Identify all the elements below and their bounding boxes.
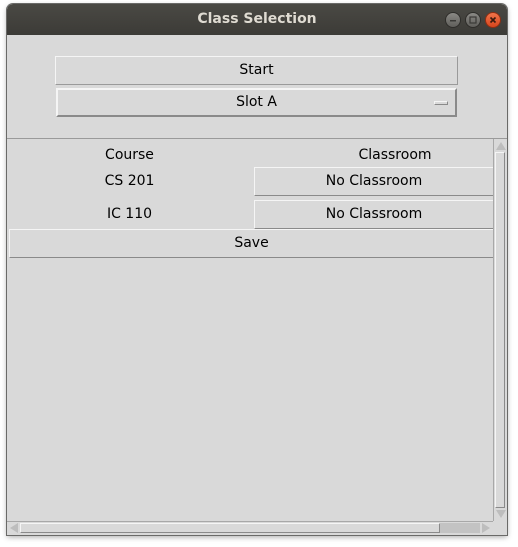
classroom-button-2[interactable]: No Classroom	[254, 200, 494, 229]
title-bar[interactable]: Class Selection	[7, 4, 507, 35]
horizontal-scroll-trough[interactable]	[440, 523, 480, 533]
vertical-scroll-thumb[interactable]	[495, 152, 505, 508]
option-menu-indicator-icon	[434, 101, 448, 105]
maximize-icon[interactable]	[465, 12, 481, 28]
vertical-scrollbar[interactable]	[493, 139, 506, 521]
app-window: Class Selection Start Slot A Course Clas…	[7, 4, 507, 535]
horizontal-scrollbar[interactable]	[7, 521, 493, 534]
scroll-right-icon[interactable]	[482, 523, 490, 533]
scroll-down-icon[interactable]	[496, 510, 506, 518]
scrollbar-corner	[493, 521, 507, 535]
course-cell-2: IC 110	[106, 206, 153, 222]
window-title: Class Selection	[197, 11, 317, 27]
scroll-up-icon[interactable]	[496, 142, 506, 150]
horizontal-scroll-thumb[interactable]	[20, 523, 440, 533]
minimize-icon[interactable]	[445, 12, 461, 28]
slot-selected-value: Slot A	[236, 94, 277, 110]
save-button[interactable]: Save	[9, 229, 494, 258]
scroll-left-icon[interactable]	[10, 523, 18, 533]
slot-option-menu[interactable]: Slot A	[56, 88, 457, 117]
close-icon[interactable]	[485, 12, 501, 28]
course-list-panel: Course Classroom CS 201 No Classroom IC …	[7, 138, 507, 535]
start-button[interactable]: Start	[55, 56, 458, 85]
classroom-button-1[interactable]: No Classroom	[254, 167, 494, 196]
course-cell-1: CS 201	[104, 173, 155, 189]
classroom-column-header: Classroom	[358, 147, 432, 163]
